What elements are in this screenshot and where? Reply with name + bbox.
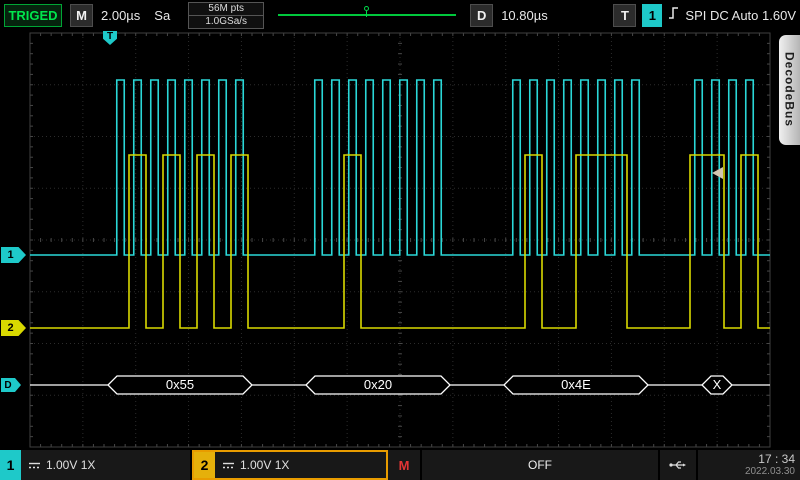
- dc-coupling-icon: [28, 461, 41, 470]
- rising-edge-icon: [668, 5, 679, 26]
- channel2-status-selected[interactable]: 2 1.00V 1X: [192, 450, 388, 480]
- channel1-status[interactable]: 1 1.00V 1X: [0, 450, 192, 480]
- dc-coupling-icon: [222, 461, 235, 470]
- horizontal-menu-button[interactable]: M: [70, 4, 93, 27]
- channel2-badge: 2: [194, 452, 215, 478]
- memory-depth: 56M pts: [189, 3, 263, 16]
- trigger-readout: T 1 SPI DC Auto 1.60V: [613, 3, 796, 27]
- trigger-status-badge: TRIGED: [4, 4, 62, 27]
- decode-bubble-label: 0x4E: [561, 377, 591, 392]
- clock-display: 17 : 34 2022.03.30: [698, 450, 800, 480]
- sample-rate: 1.0GSa/s: [189, 16, 263, 28]
- waveform-display: 0x55 0x20 0x4E X: [0, 30, 800, 450]
- time-value: 17 : 34: [758, 453, 795, 466]
- decode-bus-tab[interactable]: DecodeBus: [779, 35, 800, 145]
- decode-bus-tab-label: DecodeBus: [783, 52, 797, 127]
- channel2-scale: 1.00V 1X: [240, 458, 289, 472]
- acquire-mode-label: Sa: [154, 8, 170, 23]
- decode-bubble-label: X: [713, 377, 722, 392]
- date-value: 2022.03.30: [745, 466, 795, 477]
- memory-position-bar[interactable]: [278, 14, 456, 16]
- trigger-menu-button[interactable]: T: [613, 4, 636, 27]
- decode-bubble-label: 0x20: [364, 377, 392, 392]
- channel1-badge: 1: [0, 450, 21, 480]
- trigger-source-badge: 1: [642, 4, 662, 27]
- usb-icon: [660, 450, 698, 480]
- trigger-position-pin: [364, 6, 369, 11]
- decode-bubble-label: 0x55: [166, 377, 194, 392]
- memory-info-box: 56M pts 1.0GSa/s: [188, 2, 264, 29]
- math-label: M: [399, 458, 410, 473]
- channel1-scale: 1.00V 1X: [46, 458, 95, 472]
- oscilloscope-screen: TRIGED M 2.00µs Sa 56M pts 1.0GSa/s D 10…: [0, 0, 800, 480]
- delay-button[interactable]: D: [470, 4, 493, 27]
- top-status-bar: TRIGED M 2.00µs Sa 56M pts 1.0GSa/s D 10…: [0, 0, 800, 30]
- status-field: OFF: [422, 450, 660, 480]
- trigger-info: SPI DC Auto 1.60V: [685, 8, 796, 23]
- delay-value: 10.80µs: [501, 8, 548, 23]
- trigger-level-arrow[interactable]: [712, 167, 723, 179]
- math-channel-button[interactable]: M: [388, 450, 422, 480]
- ch1-clock-trace: [30, 80, 770, 255]
- timebase-value: 2.00µs: [101, 8, 140, 23]
- bottom-status-bar: 1 1.00V 1X 2 1.00V 1X M OFF 17 : 34: [0, 450, 800, 480]
